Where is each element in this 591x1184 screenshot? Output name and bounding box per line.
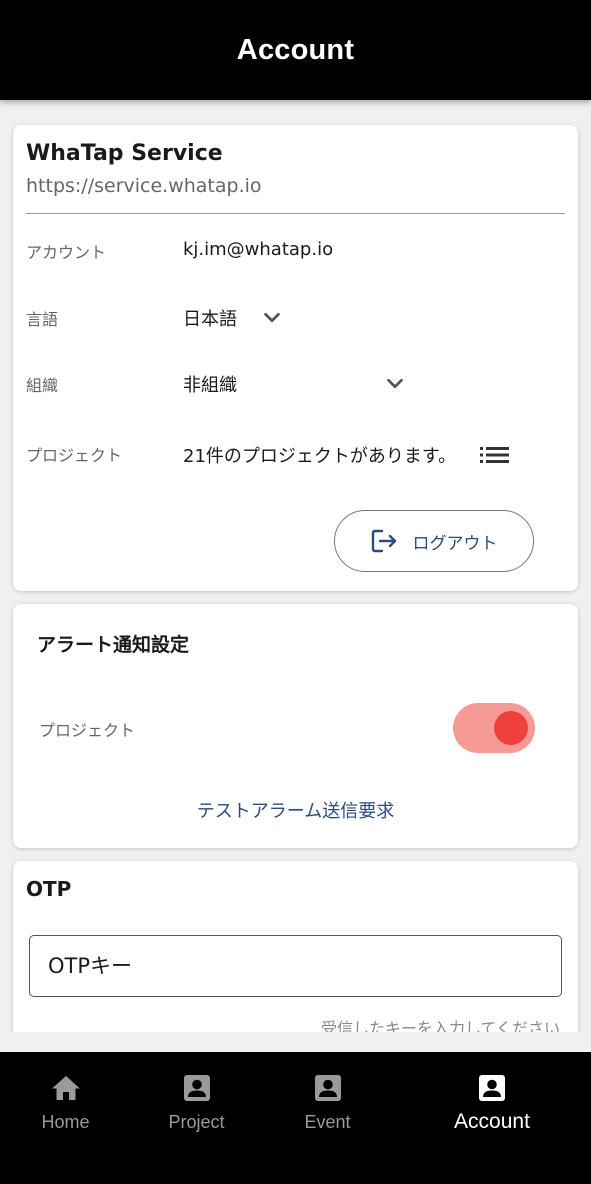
organization-label: 組織 (26, 376, 59, 395)
nav-event-label: Event (304, 1112, 351, 1132)
service-url: https://service.whatap.io (26, 175, 262, 197)
nav-project[interactable]: Project (131, 1052, 262, 1184)
nav-account-label: Account (454, 1110, 530, 1133)
nav-account[interactable]: Account (393, 1052, 591, 1184)
language-label: 言語 (26, 310, 59, 329)
account-box-icon (183, 1075, 210, 1101)
app-bar: Account (0, 0, 591, 100)
otp-card: OTP 受信したキーを入力してください (13, 861, 578, 1032)
nav-project-label: Project (168, 1112, 225, 1132)
project-count-text: 21件のプロジェクトがあります。 (183, 446, 457, 467)
logout-label: ログアウト (412, 533, 498, 554)
language-select[interactable]: 日本語 (183, 305, 237, 331)
logout-icon (371, 529, 396, 553)
chevron-down-icon[interactable] (261, 307, 283, 329)
account-label: アカウント (26, 243, 107, 262)
alert-settings-title: アラート通知設定 (37, 634, 190, 656)
toggle-knob (494, 711, 528, 745)
list-icon[interactable] (479, 443, 511, 467)
logout-button[interactable]: ログアウト (334, 510, 534, 572)
content-scroll-area[interactable]: WhaTap Service https://service.whatap.io… (0, 100, 591, 1032)
alert-project-toggle[interactable] (453, 703, 535, 753)
home-icon (51, 1076, 80, 1100)
otp-hint: 受信したキーを入力してください (320, 1019, 560, 1032)
alert-project-label: プロジェクト (39, 721, 136, 740)
divider (26, 213, 565, 214)
page-title: Account (236, 33, 355, 66)
otp-title: OTP (26, 877, 72, 901)
service-name: WhaTap Service (26, 141, 223, 166)
account-box-icon (479, 1075, 505, 1101)
nav-event[interactable]: Event (262, 1052, 393, 1184)
chevron-down-icon[interactable] (384, 373, 406, 395)
bottom-navigation: Home Project Event Account (0, 1052, 591, 1184)
nav-home[interactable]: Home (0, 1052, 131, 1184)
account-card: WhaTap Service https://service.whatap.io… (13, 125, 578, 591)
nav-home-label: Home (41, 1112, 90, 1132)
otp-key-input[interactable] (29, 935, 562, 997)
project-label: プロジェクト (26, 446, 123, 465)
test-alarm-link[interactable]: テストアラーム送信要求 (13, 797, 578, 823)
alert-settings-card: アラート通知設定 プロジェクト テストアラーム送信要求 (13, 604, 578, 848)
account-email: kj.im@whatap.io (183, 239, 334, 260)
account-box-icon (314, 1075, 341, 1101)
organization-select[interactable]: 非組織 (183, 371, 237, 397)
